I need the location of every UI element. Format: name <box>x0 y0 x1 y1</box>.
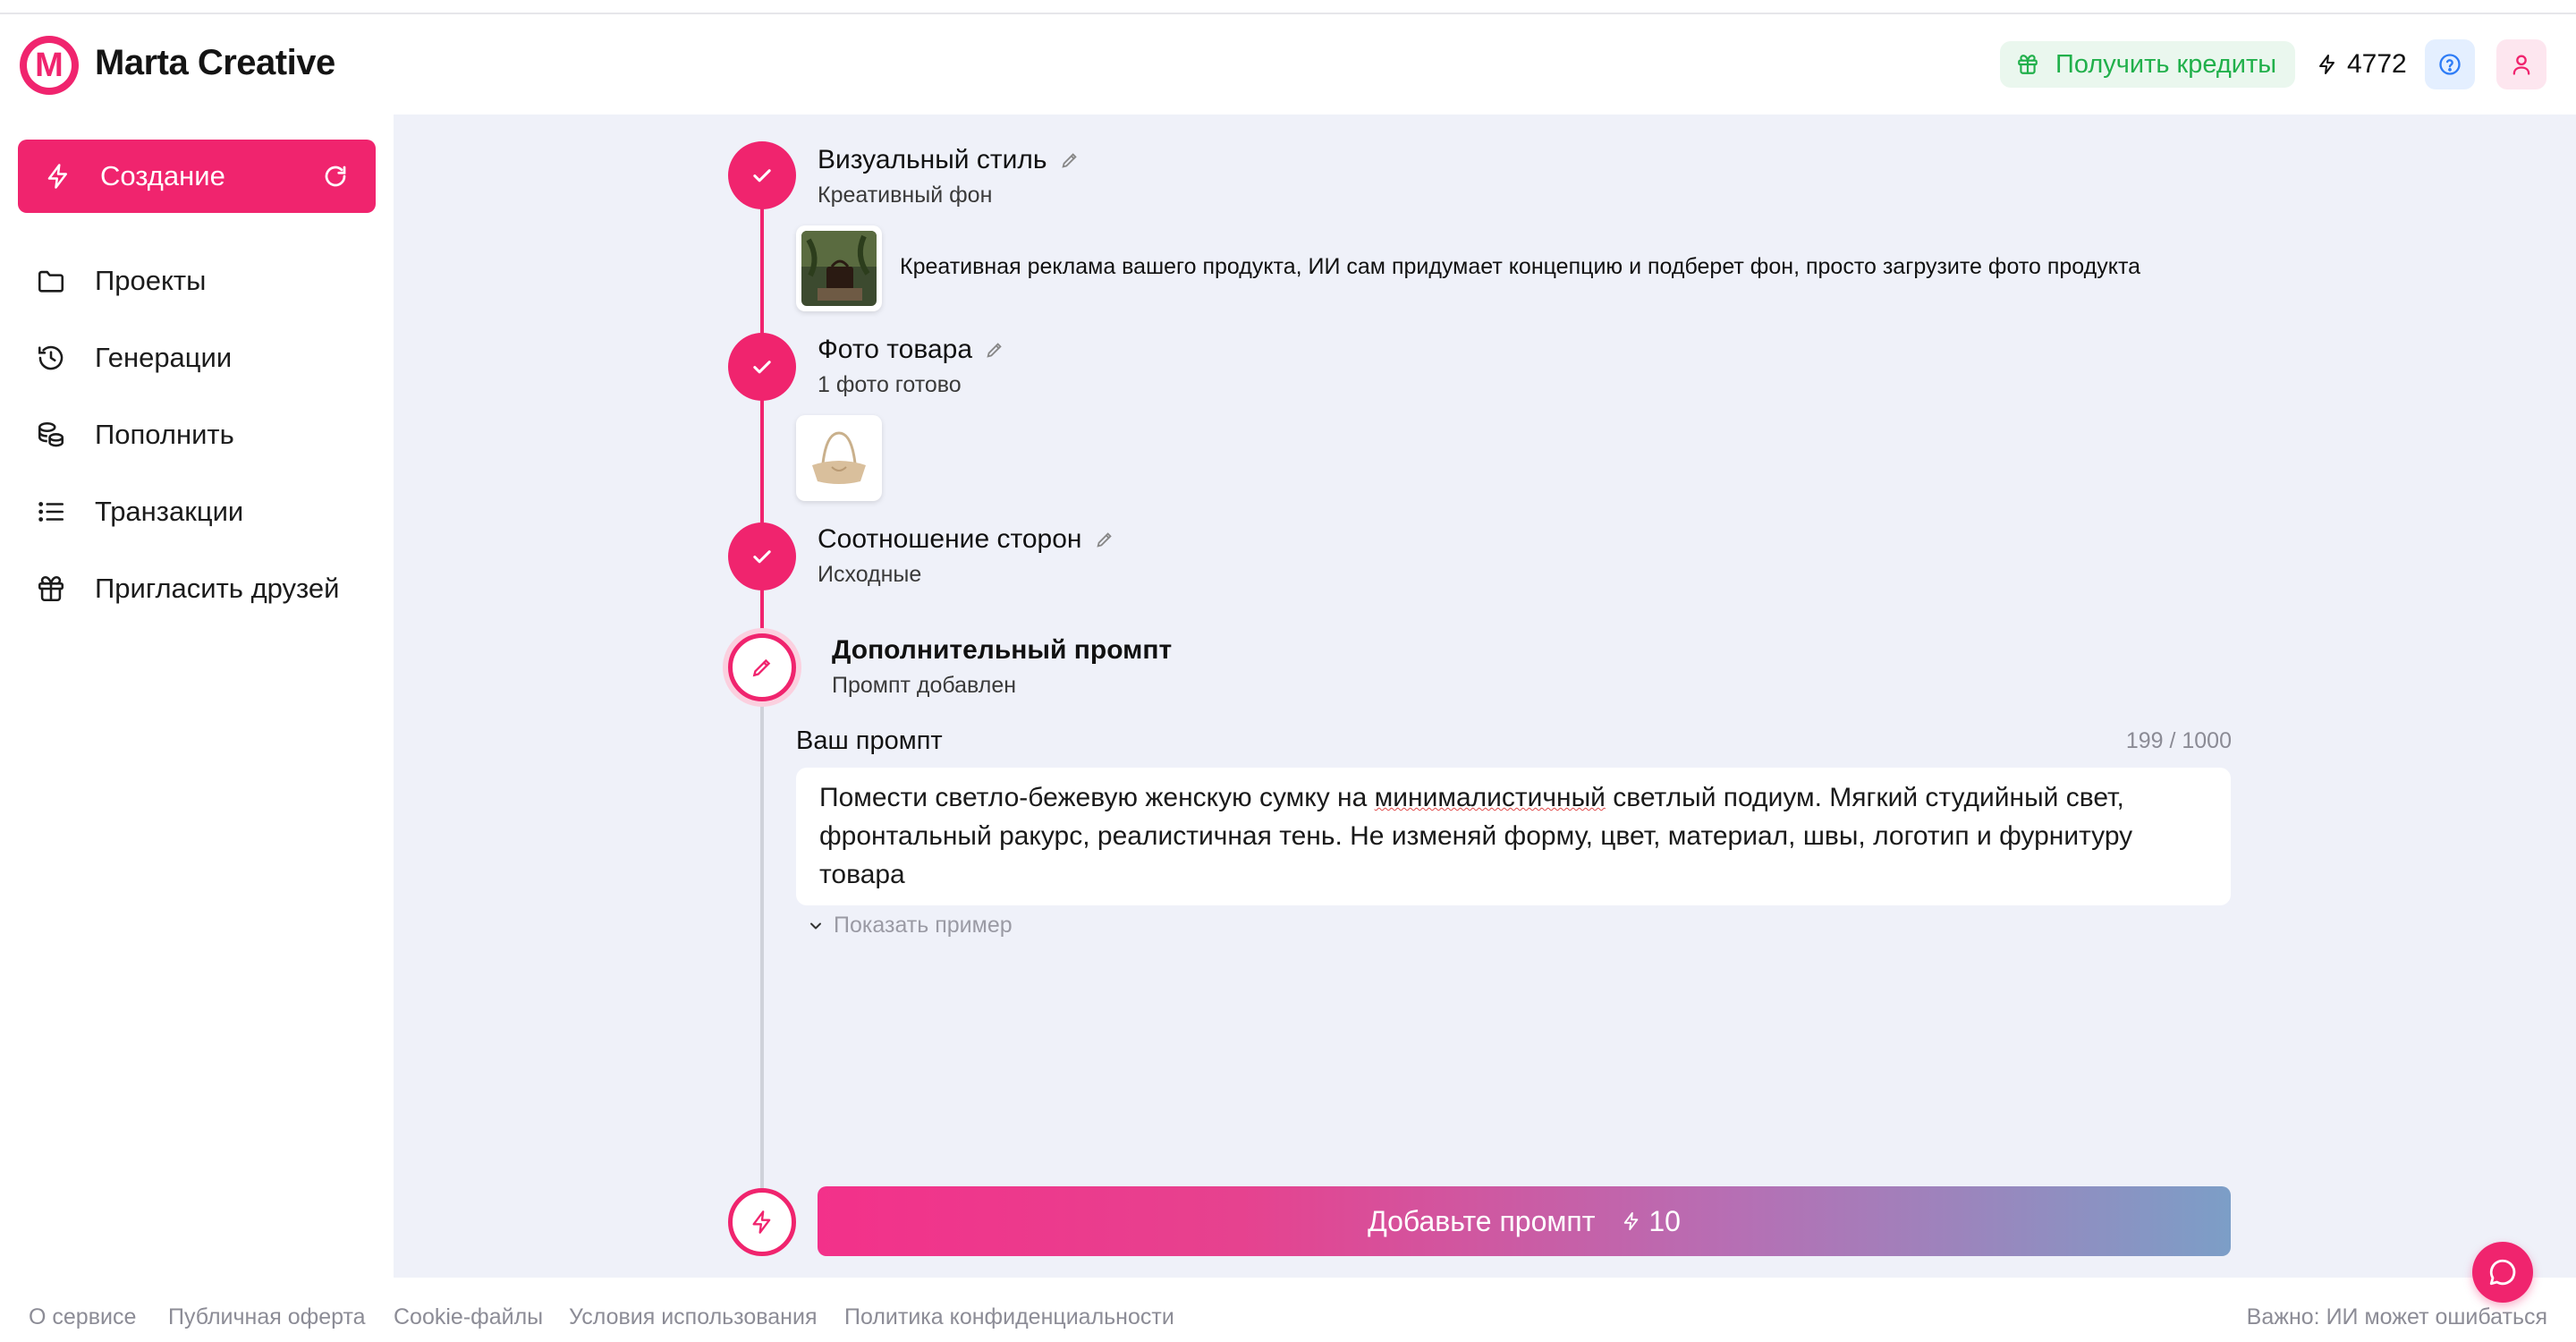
header: M Marta Creative Получить кредиты 4772 <box>0 16 2576 115</box>
style-thumbnail[interactable] <box>796 225 882 311</box>
step-title-product-photo[interactable]: Фото товара <box>818 335 1004 365</box>
submit-label: Добавьте промпт <box>1368 1204 1596 1237</box>
ai-disclaimer: Важно: ИИ может ошибаться <box>2246 1304 2547 1329</box>
sidebar-item-topup[interactable]: Пополнить <box>36 408 234 462</box>
main-content <box>394 115 2576 1278</box>
sidebar-item-label: Генерации <box>95 342 233 373</box>
submit-cost: 10 <box>1622 1205 1681 1238</box>
prompt-char-counter: 199 / 1000 <box>2125 728 2232 753</box>
lightning-icon <box>47 164 67 189</box>
footer-link-privacy[interactable]: Политика конфиденциальности <box>844 1304 1174 1330</box>
timeline-line-done <box>760 179 764 671</box>
logo[interactable]: M <box>20 36 79 95</box>
pencil-icon <box>752 658 771 677</box>
spellcheck-word: минималистичный <box>1374 783 1606 812</box>
chevron-down-icon <box>810 922 821 929</box>
history-icon <box>38 345 64 370</box>
sidebar-item-label: Проекты <box>95 265 207 296</box>
sidebar-item-transactions[interactable]: Транзакции <box>36 485 243 539</box>
step-title-extra-prompt: Дополнительный промпт <box>832 635 1172 666</box>
step-subtitle: Промпт добавлен <box>832 673 1017 698</box>
edit-icon[interactable] <box>985 340 1004 360</box>
sidebar-item-label: Транзакции <box>95 496 244 527</box>
lightning-icon <box>2319 55 2334 74</box>
get-credits-label: Получить кредиты <box>2055 49 2277 79</box>
footer-link-cookies[interactable]: Cookie-файлы <box>394 1304 543 1330</box>
step-subtitle: Креативный фон <box>818 183 993 208</box>
user-icon <box>2512 55 2530 75</box>
gift-icon <box>2018 55 2038 74</box>
step-done-check[interactable] <box>728 141 796 209</box>
get-credits-button[interactable]: Получить кредиты <box>2000 41 2295 88</box>
sidebar-item-label: Создание <box>100 160 225 191</box>
edit-icon[interactable] <box>1060 150 1080 170</box>
step-done-check[interactable] <box>728 333 796 401</box>
style-preview-image <box>801 231 877 306</box>
timeline-line-pending <box>760 698 764 1190</box>
sidebar: Создание Проекты Генерации Пополнить Тра… <box>0 115 394 1278</box>
sidebar-item-projects[interactable]: Проекты <box>36 254 206 308</box>
sidebar-item-invite-friends[interactable]: Пригласить друзей <box>36 562 339 616</box>
balance-value: 4772 <box>2347 49 2407 79</box>
help-button[interactable] <box>2425 39 2475 89</box>
show-example-label: Показать пример <box>834 913 1013 938</box>
footer: О сервисе Публичная оферта Cookie-файлы … <box>0 1278 2576 1342</box>
brand-name: Marta Creative <box>95 43 335 82</box>
coins-icon <box>38 421 64 447</box>
prompt-textarea[interactable]: Помести светло-бежевую женскую сумку на … <box>796 768 2231 905</box>
step-title-visual-style[interactable]: Визуальный стиль <box>818 145 1080 175</box>
sidebar-item-label: Пригласить друзей <box>95 573 340 604</box>
profile-button[interactable] <box>2496 39 2546 89</box>
chat-button[interactable] <box>2472 1242 2533 1303</box>
handbag-image <box>801 420 877 496</box>
step-title-aspect-ratio[interactable]: Соотношение сторон <box>818 524 1114 555</box>
sidebar-item-label: Пополнить <box>95 419 234 450</box>
credit-balance: 4772 <box>2317 45 2407 84</box>
step-subtitle: 1 фото готово <box>818 372 962 397</box>
step-title-text: Дополнительный промпт <box>832 635 1173 665</box>
submit-cost-value: 10 <box>1648 1204 1681 1237</box>
step-title-text: Визуальный стиль <box>818 145 1047 174</box>
step-active-edit[interactable] <box>728 633 796 701</box>
check-icon <box>753 169 771 183</box>
edit-icon[interactable] <box>1095 530 1114 549</box>
step-done-check[interactable] <box>728 522 796 590</box>
gift-icon <box>38 575 64 602</box>
list-icon <box>38 502 64 522</box>
help-icon <box>2439 54 2461 75</box>
generate-step-icon <box>728 1188 796 1256</box>
top-border <box>0 0 2576 14</box>
sidebar-item-generations[interactable]: Генерации <box>36 331 232 385</box>
footer-link-about[interactable]: О сервисе <box>29 1304 136 1330</box>
show-example-toggle[interactable]: Показать пример <box>807 913 1013 939</box>
check-icon <box>753 361 771 374</box>
style-description: Креативная реклама вашего продукта, ИИ с… <box>900 254 2141 279</box>
check-icon <box>753 550 771 564</box>
prompt-text: Помести светло-бежевую женскую сумку на <box>819 783 1375 812</box>
add-prompt-submit-button[interactable]: Добавьте промпт 10 <box>818 1186 2231 1256</box>
refresh-icon[interactable] <box>322 163 349 190</box>
step-title-text: Соотношение сторон <box>818 524 1082 554</box>
sidebar-item-create[interactable]: Создание <box>18 140 376 213</box>
prompt-label: Ваш промпт <box>796 726 943 755</box>
lightning-icon <box>1624 1211 1639 1231</box>
product-thumbnail[interactable] <box>796 415 882 501</box>
chat-icon <box>2489 1259 2516 1286</box>
folder-icon <box>38 270 64 293</box>
footer-link-terms[interactable]: Условия использования <box>569 1304 817 1330</box>
footer-link-offer[interactable]: Публичная оферта <box>168 1304 366 1330</box>
lightning-icon <box>752 1210 771 1234</box>
step-title-text: Фото товара <box>818 335 972 364</box>
logo-letter: M <box>27 43 72 88</box>
step-subtitle: Исходные <box>818 562 922 587</box>
